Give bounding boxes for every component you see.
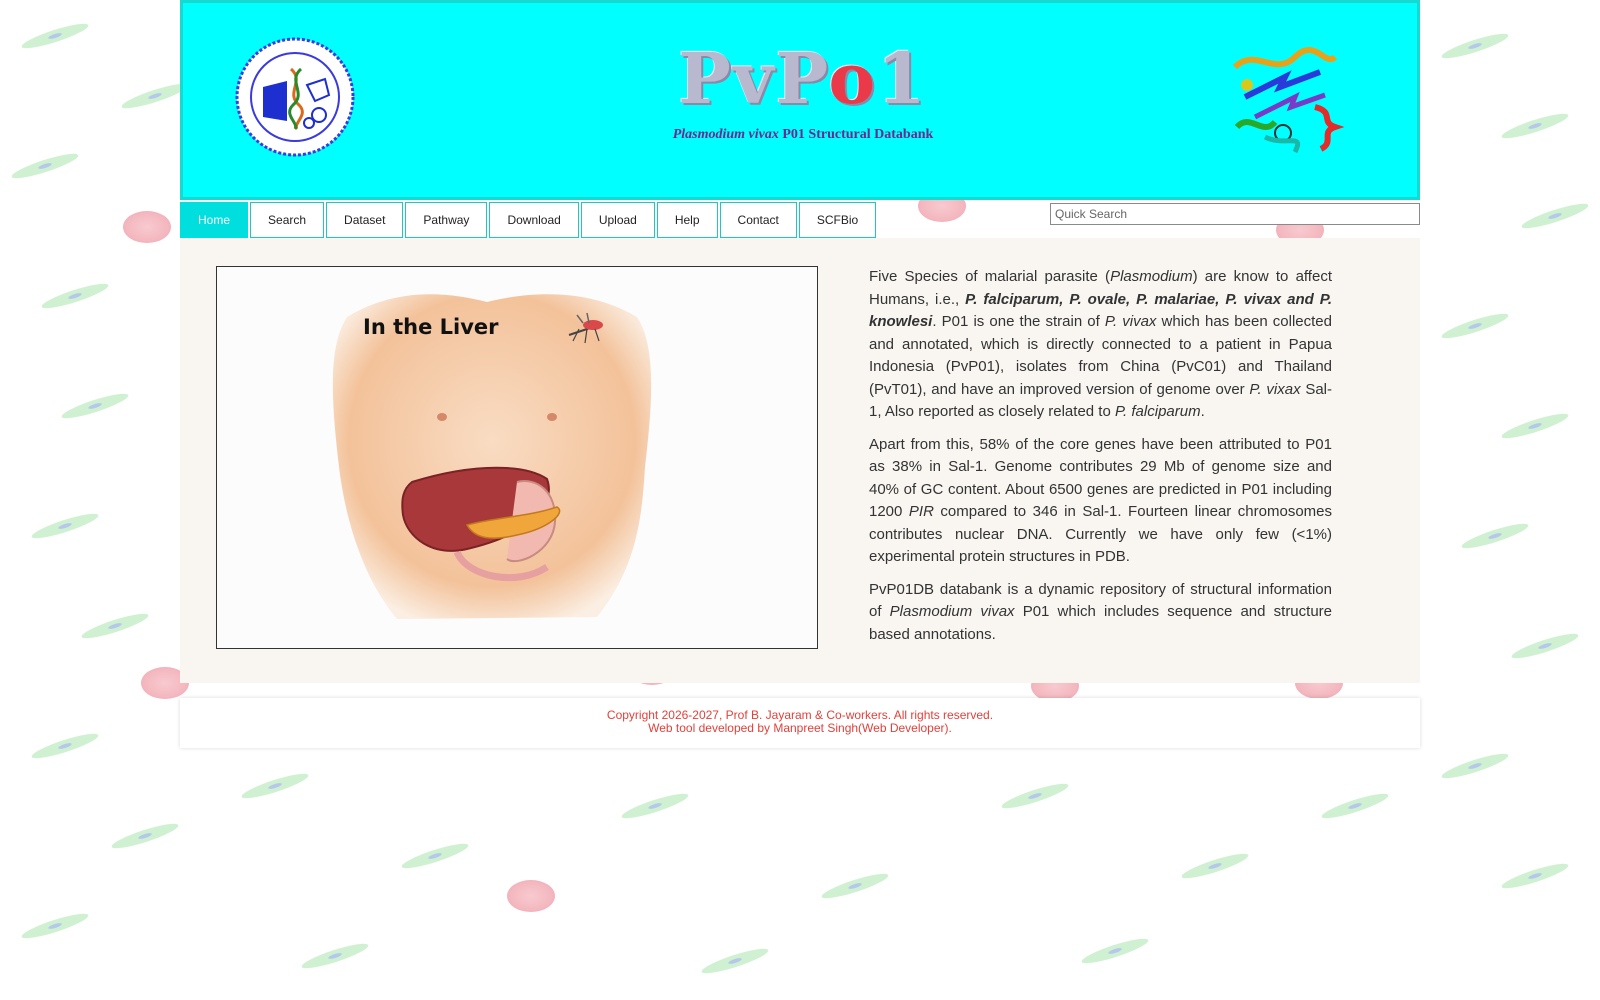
image-caption: In the Liver (363, 315, 499, 339)
site-header: PvPo1 Plasmodium vivax P01 Structural Da… (180, 0, 1420, 200)
leaf-decoration (1499, 859, 1571, 893)
leaf-decoration (109, 819, 181, 853)
leaf-decoration (1439, 749, 1511, 783)
leaf-decoration (699, 944, 771, 978)
nav-home[interactable]: Home (180, 202, 249, 238)
leaf-decoration (1319, 789, 1391, 823)
leaf-decoration (59, 389, 131, 423)
description-text: Five Species of malarial parasite (Plasm… (869, 266, 1332, 656)
developer-credit: Web tool developed by Manpreet Singh(Web… (648, 721, 952, 735)
pvp01-wordmark: PvPo1 (678, 37, 928, 120)
leaf-decoration (19, 909, 91, 943)
nav-dataset[interactable]: Dataset (326, 202, 404, 238)
institute-seal-logo[interactable] (235, 37, 355, 157)
leaf-decoration (1499, 109, 1571, 143)
site-footer: Copyright 2026-2027, Prof B. Jayaram & C… (180, 698, 1420, 748)
intro-paragraph: Five Species of malarial parasite (Plasm… (869, 268, 1332, 420)
leaf-decoration (19, 19, 91, 53)
blood-cell-decoration (123, 211, 171, 243)
leaf-decoration (1079, 934, 1151, 968)
protein-structure-logo (1225, 37, 1345, 157)
genome-paragraph: Apart from this, 58% of the core genes h… (869, 435, 1333, 566)
quick-search-input[interactable] (1050, 203, 1420, 225)
leaf-decoration (299, 939, 371, 973)
leaf-decoration (399, 839, 471, 873)
liver-illustration (332, 294, 652, 619)
leaf-decoration (999, 779, 1071, 813)
leaf-decoration (1499, 409, 1571, 443)
leaf-decoration (1509, 629, 1581, 663)
leaf-decoration (819, 869, 891, 903)
nav-help[interactable]: Help (656, 202, 718, 238)
main-navigation: Home Search Dataset Pathway Download Upl… (180, 202, 878, 238)
lifecycle-animation-frame: In the Liver (216, 266, 818, 649)
site-subtitle: Plasmodium vivax P01 Structural Databank (672, 127, 934, 142)
nav-search[interactable]: Search (250, 202, 325, 238)
leaf-decoration (1179, 849, 1251, 883)
leaf-decoration (1519, 199, 1591, 233)
main-content: In the Liver Five Species of malarial pa… (180, 238, 1420, 683)
nav-pathway[interactable]: Pathway (405, 202, 488, 238)
nav-upload[interactable]: Upload (580, 202, 655, 238)
nav-contact[interactable]: Contact (719, 202, 797, 238)
leaf-decoration (29, 729, 101, 763)
leaf-decoration (39, 279, 111, 313)
leaf-decoration (239, 769, 311, 803)
leaf-decoration (9, 149, 81, 183)
leaf-decoration (1459, 519, 1531, 553)
leaf-decoration (29, 509, 101, 543)
leaf-decoration (1439, 29, 1511, 63)
leaf-decoration (619, 789, 691, 823)
databank-paragraph: PvP01DB databank is a dynamic repository… (869, 580, 1332, 643)
pvp01-title-logo[interactable]: PvPo1 Plasmodium vivax P01 Structural Da… (653, 39, 953, 149)
leaf-decoration (79, 609, 151, 643)
nav-download[interactable]: Download (489, 202, 579, 238)
leaf-decoration (1439, 309, 1511, 343)
blood-cell-decoration (507, 880, 555, 912)
nav-scfbio[interactable]: SCFBio (798, 202, 877, 238)
